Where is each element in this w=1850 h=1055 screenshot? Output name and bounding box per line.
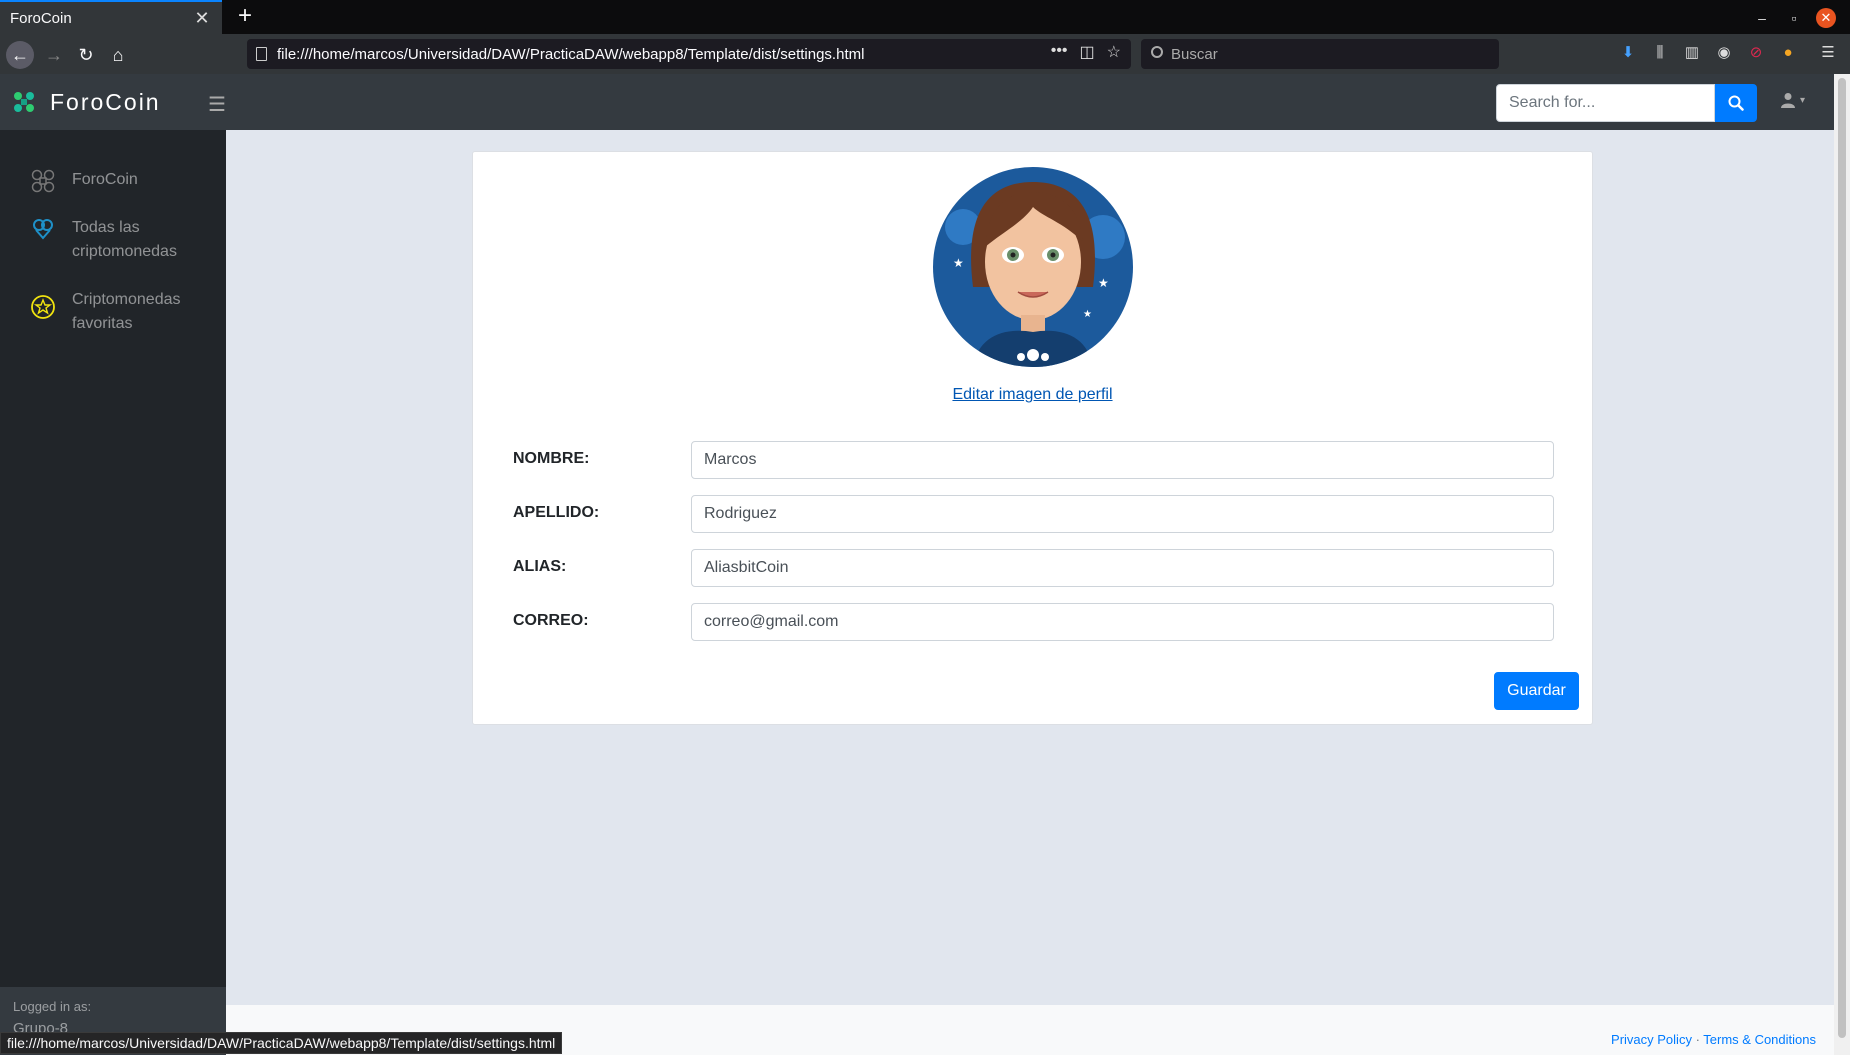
url-actions: ••• ◫ ☆ [1051,42,1121,62]
close-tab-icon[interactable]: ✕ [192,8,212,29]
menu-icon[interactable]: ☰ [1818,42,1838,64]
brand[interactable]: ForoCoin [12,74,161,130]
chevron-down-icon: ▾ [1800,94,1806,106]
nombre-label: NOMBRE: [513,450,590,467]
terms-link[interactable]: Terms & Conditions [1703,1032,1816,1047]
status-bar-url: file:///home/marcos/Universidad/DAW/Prac… [0,1032,563,1054]
close-window-icon[interactable]: ✕ [1816,8,1836,28]
apellido-input[interactable] [691,495,1554,533]
sidebar: ForoCoin Todas las criptomonedas Criptom… [0,130,226,1055]
field-correo: CORREO: [513,603,1558,641]
sidebar-item-label: Criptomonedas favoritas [72,291,181,332]
svg-text:★: ★ [1083,309,1092,320]
tab-title: ForoCoin [10,9,72,27]
search-button[interactable] [1715,84,1757,122]
extension-icon[interactable]: ● [1778,42,1798,64]
browser-toolbar: ← → ↻ ⌂ file:///home/marcos/Universidad/… [0,34,1850,74]
search-input[interactable] [1496,84,1715,122]
search-icon [1728,95,1744,111]
blocked-extension-icon[interactable]: ⊘ [1746,42,1766,64]
browser-search-field[interactable]: Buscar [1141,39,1499,69]
app-navbar: ForoCoin ☰ ▾ [0,74,1850,130]
browser-tab[interactable]: ForoCoin ✕ [0,0,222,34]
browser-tab-bar: ForoCoin ✕ + – ▫ ✕ [0,0,1850,34]
logged-in-label: Logged in as: [13,999,92,1014]
library-icon[interactable]: ⫼ [1650,42,1670,64]
svg-text:★: ★ [953,256,964,270]
field-apellido: APELLIDO: [513,495,1558,533]
svg-text:★: ★ [1098,276,1109,290]
privacy-policy-link[interactable]: Privacy Policy [1611,1032,1692,1047]
sidebar-item-label: ForoCoin [72,171,138,188]
footer-links: Privacy Policy · Terms & Conditions [1611,1032,1816,1047]
profile-card: ★ ★ ★ Editar imagen de perfil NOMBRE: APE… [472,151,1593,725]
field-alias: ALIAS: [513,549,1558,587]
sidebar-toggle-icon[interactable]: ☰ [208,92,226,117]
home-icon[interactable]: ⌂ [104,41,132,69]
page-scrollbar[interactable] [1834,74,1850,1055]
alias-input[interactable] [691,549,1554,587]
edit-profile-image-link[interactable]: Editar imagen de perfil [473,386,1592,404]
correo-label: CORREO: [513,612,589,629]
field-nombre: NOMBRE: [513,441,1558,479]
url-text: file:///home/marcos/Universidad/DAW/Prac… [277,45,865,63]
forocoin-logo-icon [14,92,34,112]
footer-separator: · [1691,1032,1704,1047]
back-arrow-icon[interactable]: ← [6,41,34,69]
profile-picture: ★ ★ ★ [933,167,1133,367]
browser-tool-icons: ⬇ ⫼ ▥ ◉ ⊘ ● ☰ [1618,42,1838,64]
crypto-icon [33,219,53,240]
alias-label: ALIAS: [513,558,567,575]
page-icon [256,47,267,61]
avatar: ★ ★ ★ [933,167,1133,367]
nombre-input[interactable] [691,441,1554,479]
user-icon [1781,93,1795,108]
restore-window-icon[interactable]: ▫ [1784,8,1804,28]
sidebar-item-todas[interactable]: Todas las criptomonedas [30,216,220,264]
pocket-icon[interactable]: ◫ [1080,42,1095,62]
apellido-label: APELLIDO: [513,504,600,521]
search-icon [1151,46,1163,58]
user-menu-button[interactable]: ▾ [1780,92,1805,108]
reload-icon[interactable]: ↻ [72,41,100,69]
star-icon [31,295,55,319]
scrollbar-thumb[interactable] [1838,78,1846,1038]
download-icon[interactable]: ⬇ [1618,42,1638,64]
sidebar-item-label: Todas las criptomonedas [72,219,177,260]
forward-arrow-icon[interactable]: → [40,41,68,69]
sidebar-item-favoritas[interactable]: Criptomonedas favoritas [30,288,220,336]
url-bar[interactable]: file:///home/marcos/Universidad/DAW/Prac… [247,39,1131,69]
sidebar-item-forocoin[interactable]: ForoCoin [30,168,220,194]
browser-search-placeholder: Buscar [1171,45,1218,63]
brand-name: ForoCoin [50,88,161,115]
new-tab-button[interactable]: + [232,4,258,30]
bookmark-star-icon[interactable]: ☆ [1107,42,1121,62]
forocoin-icon [31,169,55,193]
main-content: ★ ★ ★ Editar imagen de perfil NOMBRE: APE… [226,130,1834,1055]
account-icon[interactable]: ◉ [1714,42,1734,64]
sidebar-icon[interactable]: ▥ [1682,42,1702,64]
more-actions-icon[interactable]: ••• [1051,42,1068,62]
minimize-window-icon[interactable]: – [1752,8,1772,28]
correo-input[interactable] [691,603,1554,641]
save-button[interactable]: Guardar [1494,672,1579,710]
